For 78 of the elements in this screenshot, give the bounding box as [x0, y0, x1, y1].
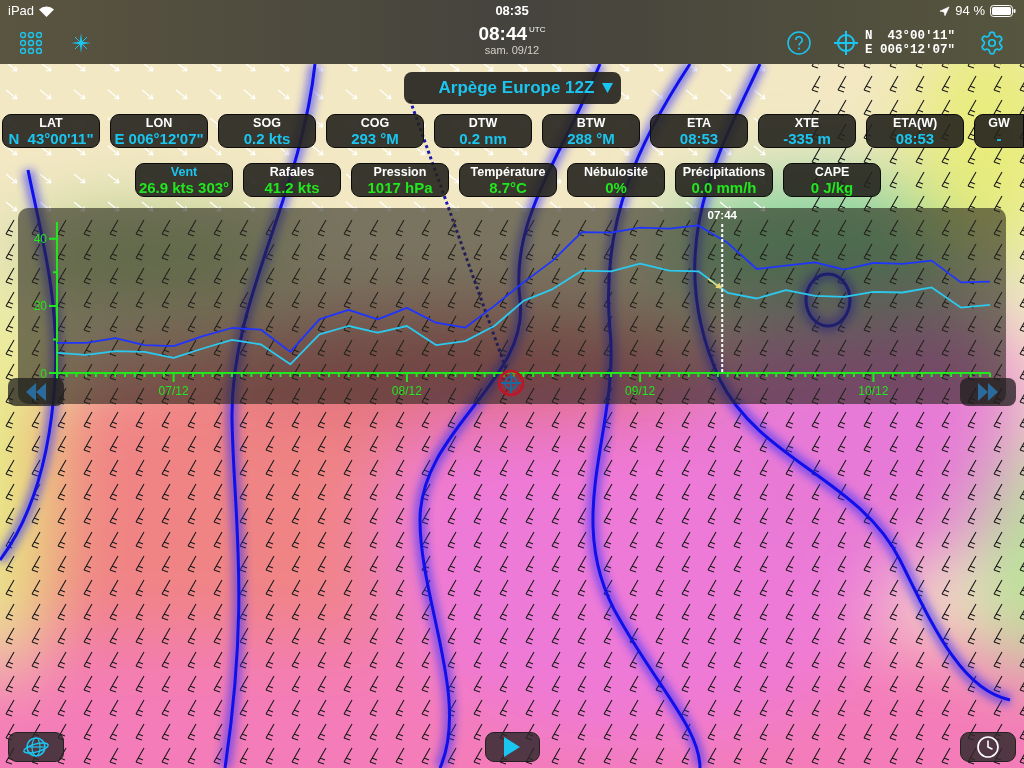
tile-label: LON [144, 117, 174, 130]
forecast-time: 08:44 [478, 23, 528, 44]
tile-value: 08:53 [678, 131, 720, 147]
arrow-icon [707, 278, 723, 289]
tile-label: BTW [575, 117, 607, 130]
tile-value: 41.2 kts [263, 180, 321, 196]
play-button[interactable] [484, 732, 540, 762]
caret-down-icon [601, 83, 613, 93]
time-cursor[interactable]: 07:44 [707, 209, 737, 374]
y-tick-label: 40 [33, 232, 47, 247]
tile-value: E 006°12'07" [113, 131, 205, 147]
tile-value: 0.2 nm [458, 131, 508, 147]
tile-value: - [995, 131, 1003, 147]
x-tick-label: 09/12 [625, 384, 656, 398]
clock-icon [976, 735, 1000, 759]
x-tick-label: 07/12 [158, 384, 189, 398]
rewind-icon [26, 383, 46, 401]
data-tile[interactable]: Pression 1017 hPa [351, 163, 449, 197]
tile-value: N 43°00'11" [7, 131, 95, 147]
tile-label: Rafales [268, 166, 316, 179]
data-tile[interactable]: CAPE 0 J/kg [783, 163, 881, 197]
play-icon [504, 737, 520, 757]
forecast-date: sam. 09/12 [484, 44, 540, 57]
clock-button[interactable] [960, 732, 1016, 762]
latitude-text: N 43°00'11" [865, 29, 955, 43]
rewind-button[interactable] [8, 378, 64, 406]
tile-value: 293 °M [350, 131, 400, 147]
fast-forward-icon [978, 383, 998, 401]
battery-icon [990, 5, 1016, 17]
tile-value: -335 m [782, 131, 832, 147]
tile-value: 26.9 kts 303° [137, 180, 231, 196]
data-tile[interactable]: Vent 26.9 kts 303° [135, 163, 233, 197]
tile-value: 0% [604, 180, 628, 196]
globe-button[interactable] [8, 732, 64, 762]
longitude-text: E 006°12'07" [865, 43, 955, 57]
tile-label: Précipitations [681, 166, 767, 179]
battery-percent: 94 % [955, 2, 985, 21]
tile-value: 0.2 kts [242, 131, 292, 147]
data-tile[interactable]: Nébulosité 0% [567, 163, 665, 197]
data-tile[interactable]: Rafales 41.2 kts [243, 163, 341, 197]
grid-menu-icon[interactable] [20, 32, 42, 54]
data-tile[interactable]: Précipitations 0.0 mm/h [675, 163, 773, 197]
x-tick-label: 08/12 [391, 384, 422, 398]
tile-label: Pression [372, 166, 428, 179]
tile-label: Température [469, 166, 547, 179]
y-tick-label: 20 [33, 299, 47, 314]
position-marker-icon [497, 369, 525, 397]
tile-value: 0 J/kg [809, 180, 855, 196]
fast-forward-button[interactable] [960, 378, 1016, 406]
tile-value: 8.7°C [488, 180, 528, 196]
tile-label: SOG [252, 117, 282, 130]
tile-label: GW [987, 117, 1011, 130]
tile-value: 288 °M [566, 131, 616, 147]
status-time: 08:35 [495, 2, 529, 21]
data-tile[interactable]: Température 8.7°C [459, 163, 557, 197]
tile-value: 1017 hPa [366, 180, 434, 196]
location-arrow-icon [939, 5, 951, 17]
y-tick-label: 0 [40, 366, 47, 381]
tile-label: DTW [467, 117, 499, 130]
model-dropdown[interactable]: Arpège Europe 12Z [403, 72, 621, 104]
device-name: iPad [8, 2, 35, 21]
settings-icon[interactable] [979, 30, 1005, 56]
timezone-label: UTC [529, 25, 546, 34]
tile-label: Nébulosité [583, 166, 649, 179]
tile-label: CAPE [813, 166, 851, 179]
wifi-icon [39, 5, 55, 17]
tile-label: ETA(W) [891, 117, 939, 130]
tile-label: LAT [38, 117, 64, 130]
tile-label: COG [359, 117, 391, 130]
tile-value: 0.0 mm/h [690, 180, 758, 196]
tile-label: Vent [169, 166, 199, 179]
tile-value: 08:53 [894, 131, 936, 147]
globe-icon [23, 735, 49, 759]
tile-label: ETA [685, 117, 713, 130]
tile-label: XTE [793, 117, 821, 130]
crosshair-icon[interactable] [834, 31, 858, 55]
help-icon[interactable] [787, 31, 811, 55]
x-tick-label: 10/12 [858, 384, 889, 398]
